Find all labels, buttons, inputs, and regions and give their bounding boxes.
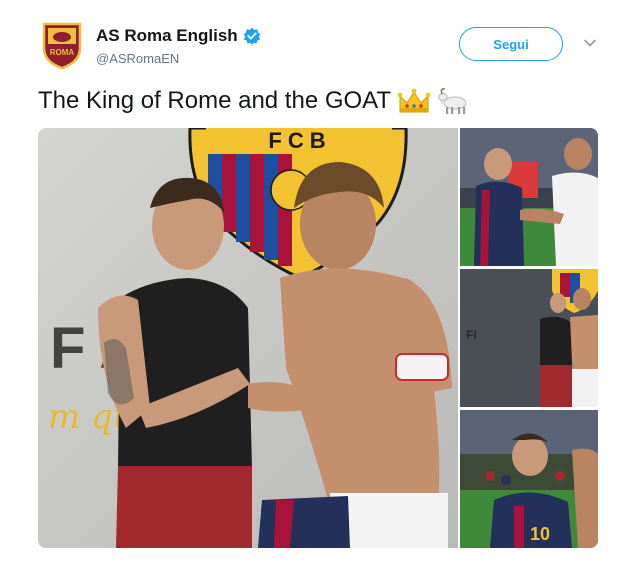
tweet-header: ROMA AS Roma English @ASRomaEN Segui: [40, 20, 600, 72]
photo-main[interactable]: FCB F ARC m que u: [38, 128, 458, 548]
photo-tile-3[interactable]: 10: [460, 410, 598, 548]
tweet-media-grid[interactable]: FCB F ARC m que u: [38, 128, 598, 548]
account-name[interactable]: AS Roma English: [96, 26, 238, 46]
follow-button[interactable]: Segui: [459, 27, 563, 61]
roma-crest-avatar[interactable]: ROMA: [40, 22, 84, 70]
verified-badge-icon: [243, 27, 261, 45]
tweet-text: The King of Rome and the GOAT: [38, 86, 471, 116]
svg-text:10: 10: [530, 524, 550, 544]
photo-tile-2[interactable]: FI: [460, 269, 598, 407]
tweet-body: The King of Rome and the GOAT: [38, 87, 392, 114]
goat-emoji-icon: [437, 86, 471, 116]
chevron-down-icon[interactable]: [583, 36, 597, 50]
svg-text:FI: FI: [466, 328, 477, 342]
photo-tile-1[interactable]: [460, 128, 598, 266]
svg-text:ROMA: ROMA: [50, 48, 75, 57]
svg-text:FCB: FCB: [268, 128, 331, 153]
account-handle[interactable]: @ASRomaEN: [96, 51, 179, 66]
crown-emoji-icon: [397, 86, 431, 116]
